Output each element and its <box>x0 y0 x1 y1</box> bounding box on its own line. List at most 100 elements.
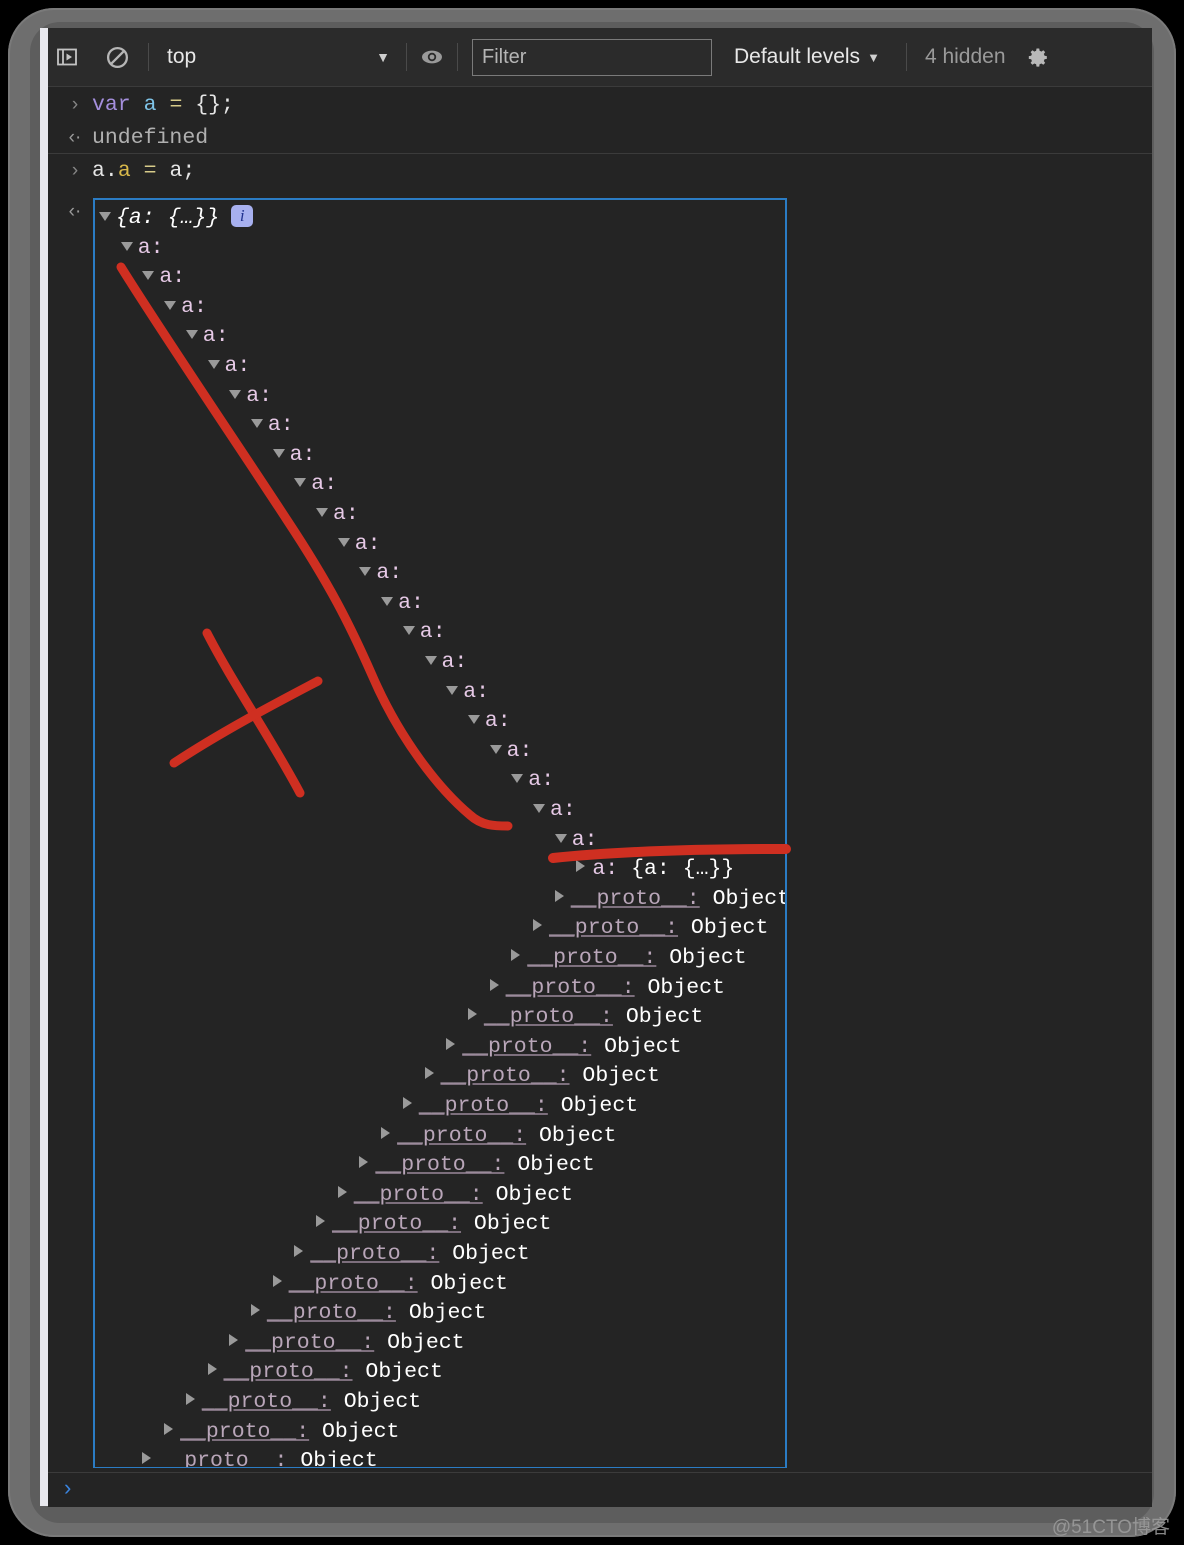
tree-row-proto[interactable]: __proto__: Object <box>489 973 725 1003</box>
tree-row-proto[interactable]: __proto__: Object <box>185 1387 421 1417</box>
disclosure-triangle-closed[interactable] <box>446 1037 456 1050</box>
tree-row-a[interactable]: a: <box>424 647 467 677</box>
disclosure-triangle-open[interactable] <box>533 804 545 813</box>
console-command-row-2[interactable]: › a.a = a; <box>48 154 1152 187</box>
info-badge[interactable]: i <box>231 205 254 227</box>
tree-row-proto[interactable]: __proto__: Object <box>424 1061 660 1091</box>
disclosure-triangle-open[interactable] <box>381 596 394 606</box>
disclosure-triangle-closed[interactable] <box>402 1097 412 1109</box>
clear-console-icon[interactable] <box>98 38 136 76</box>
disclosure-triangle-closed[interactable] <box>381 1126 391 1139</box>
console-sidebar-icon[interactable] <box>48 38 86 76</box>
disclosure-triangle-closed[interactable] <box>511 949 521 961</box>
disclosure-triangle-closed[interactable] <box>489 978 499 991</box>
console-command-row[interactable]: › var a = {}; <box>48 88 1152 121</box>
disclosure-triangle-closed[interactable] <box>424 1067 434 1080</box>
disclosure-triangle-open[interactable] <box>316 508 328 517</box>
disclosure-triangle-open[interactable] <box>229 389 242 399</box>
execution-context-select[interactable]: top ▼ <box>155 38 400 76</box>
tree-row-a[interactable]: a: <box>446 677 489 707</box>
disclosure-triangle-open[interactable] <box>446 685 459 695</box>
disclosure-triangle-open[interactable] <box>164 300 177 310</box>
tree-row-a[interactable]: a: <box>120 233 164 263</box>
tree-row-proto[interactable]: __proto__: Object <box>272 1269 508 1299</box>
disclosure-triangle-open[interactable] <box>402 626 415 636</box>
disclosure-triangle-closed[interactable] <box>467 1008 477 1021</box>
expanded-object-result[interactable]: {a: {…}} i a: a: a: a: a: a: a: a: a: a: a: a: a: a: a: a… <box>93 198 787 1468</box>
tree-row-a[interactable]: a: <box>359 558 402 588</box>
gear-icon[interactable] <box>1020 38 1058 76</box>
disclosure-triangle-closed[interactable] <box>207 1363 217 1376</box>
console-prompt[interactable]: › <box>48 1472 1152 1507</box>
tree-row-proto[interactable]: __proto__: Object <box>381 1121 616 1151</box>
disclosure-triangle-open[interactable] <box>467 715 480 725</box>
toolbar-divider <box>148 43 149 71</box>
disclosure-triangle-closed[interactable] <box>359 1156 369 1169</box>
tree-row-proto[interactable]: __proto__: Object <box>446 1032 682 1062</box>
tree-row-proto[interactable]: __proto__: Object <box>533 913 768 943</box>
tree-row-a[interactable]: a: <box>229 381 272 411</box>
filter-input[interactable] <box>472 38 712 76</box>
disclosure-triangle-open[interactable] <box>294 478 307 488</box>
tree-row-proto[interactable]: __proto__: Object <box>164 1417 399 1447</box>
tree-row-proto[interactable]: __proto__: Object <box>294 1239 530 1269</box>
tree-row-a[interactable]: a: <box>489 736 532 766</box>
disclosure-triangle-closed[interactable] <box>294 1245 304 1257</box>
disclosure-triangle-open[interactable] <box>337 537 350 547</box>
disclosure-triangle-closed[interactable] <box>272 1274 282 1287</box>
tree-row-proto[interactable]: __proto__: Object <box>229 1328 465 1358</box>
disclosure-triangle-open[interactable] <box>99 212 111 221</box>
proto-value: Object <box>309 1419 400 1444</box>
tree-row-a[interactable]: a: <box>402 617 446 647</box>
tree-row-a[interactable]: a: <box>185 321 229 351</box>
tree-row-proto[interactable]: __proto__: Object <box>207 1357 443 1387</box>
disclosure-triangle-open[interactable] <box>272 448 285 458</box>
tree-row-a[interactable]: a: <box>554 825 598 855</box>
tree-row-a[interactable]: a: <box>467 706 511 736</box>
disclosure-triangle-closed[interactable] <box>316 1215 325 1228</box>
tree-row-proto[interactable]: __proto__: Object <box>337 1180 573 1210</box>
disclosure-triangle-open[interactable] <box>511 774 524 784</box>
tree-row-proto[interactable]: __proto__: Object <box>250 1298 486 1328</box>
tree-row-a[interactable]: a: <box>164 292 207 322</box>
disclosure-triangle-closed[interactable] <box>229 1333 239 1346</box>
tree-row-a[interactable]: a: <box>511 765 554 795</box>
disclosure-triangle-open[interactable] <box>142 271 155 281</box>
tree-row-proto[interactable]: __proto__: Object <box>142 1446 378 1467</box>
tree-row-a[interactable]: a: <box>207 351 250 381</box>
tree-row-proto[interactable]: __proto__: Object <box>402 1091 638 1121</box>
disclosure-triangle-closed[interactable] <box>142 1452 152 1465</box>
tree-row-proto[interactable]: __proto__: Object <box>359 1150 595 1180</box>
tree-row-proto[interactable]: __proto__: Object <box>511 943 747 973</box>
tree-row-a[interactable]: a: <box>337 529 381 559</box>
tree-row-a[interactable]: a: <box>250 410 294 440</box>
tree-row-a[interactable]: a: <box>294 469 337 499</box>
tree-row-proto[interactable]: __proto__: Object <box>316 1209 551 1239</box>
disclosure-triangle-closed[interactable] <box>337 1185 347 1198</box>
disclosure-triangle-open[interactable] <box>554 833 567 843</box>
disclosure-triangle-open[interactable] <box>489 744 502 754</box>
tree-row-a[interactable]: a: <box>316 499 359 529</box>
log-levels-select[interactable]: Default levels ▼ <box>734 45 880 69</box>
disclosure-triangle-closed[interactable] <box>533 919 542 932</box>
disclosure-triangle-open[interactable] <box>207 360 220 369</box>
disclosure-triangle-open[interactable] <box>424 656 437 665</box>
eye-icon[interactable] <box>413 38 451 76</box>
disclosure-triangle-closed[interactable] <box>185 1393 195 1405</box>
disclosure-triangle-open[interactable] <box>359 567 372 577</box>
tree-row-proto[interactable]: __proto__: Object <box>554 884 785 914</box>
disclosure-triangle-closed[interactable] <box>250 1304 260 1317</box>
disclosure-triangle-closed[interactable] <box>164 1422 174 1435</box>
tree-row-a[interactable]: a: <box>381 588 424 618</box>
tree-row-a-collapsed[interactable]: a: {a: {…}} <box>576 854 734 884</box>
tree-row-proto[interactable]: __proto__: Object <box>467 1002 703 1032</box>
disclosure-triangle-closed[interactable] <box>554 889 564 902</box>
tree-row-a[interactable]: a: <box>142 262 185 292</box>
object-tree-root[interactable]: {a: {…}} i <box>99 203 254 233</box>
disclosure-triangle-open[interactable] <box>120 241 133 251</box>
disclosure-triangle-closed[interactable] <box>576 860 586 873</box>
tree-row-a[interactable]: a: <box>272 440 315 470</box>
disclosure-triangle-open[interactable] <box>185 330 198 340</box>
disclosure-triangle-open[interactable] <box>250 419 263 429</box>
tree-row-a[interactable]: a: <box>533 795 576 825</box>
